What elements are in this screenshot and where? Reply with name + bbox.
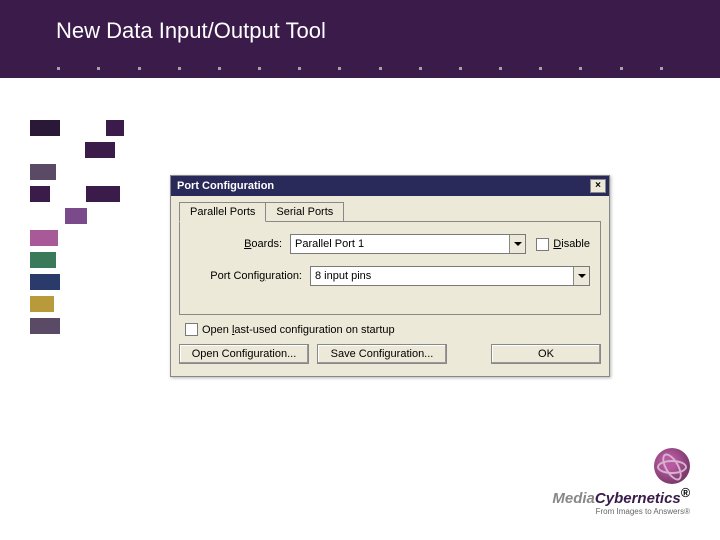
open-configuration-button[interactable]: Open Configuration... [179,344,309,364]
logo-icon [654,448,690,484]
tab-row: Parallel Ports Serial Ports [171,196,609,222]
tab-panel: Boards: Parallel Port 1 Disable Port Con… [179,221,601,315]
save-configuration-button[interactable]: Save Configuration... [317,344,447,364]
tab-parallel-ports[interactable]: Parallel Ports [179,202,266,222]
chevron-down-icon [578,274,586,278]
slide-title: New Data Input/Output Tool [56,18,720,44]
disable-checkbox[interactable] [536,238,549,251]
boards-value: Parallel Port 1 [291,238,509,250]
port-config-value: 8 input pins [311,270,573,282]
startup-checkbox[interactable] [185,323,198,336]
port-config-dropdown-button[interactable] [573,267,589,285]
dialog-titlebar[interactable]: Port Configuration × [171,176,609,196]
tab-serial-ports[interactable]: Serial Ports [265,202,344,222]
startup-label: Open last-used configuration on startup [202,324,395,336]
decorative-dots [0,67,720,70]
logo-wordmark: MediaCybernetics® [552,486,690,507]
port-config-combobox[interactable]: 8 input pins [310,266,590,286]
port-configuration-dialog: Port Configuration × Parallel Ports Seri… [170,175,610,377]
disable-label: Disable [553,238,590,250]
brand-logo: MediaCybernetics® From Images to Answers… [552,448,690,516]
boards-label: Boards: [190,238,290,250]
close-button[interactable]: × [590,179,606,193]
decorative-blocks [30,120,140,340]
dialog-title: Port Configuration [177,180,274,192]
dialog-bottom: Open last-used configuration on startup … [171,315,609,376]
logo-tagline: From Images to Answers® [596,507,690,516]
chevron-down-icon [514,242,522,246]
slide-header: New Data Input/Output Tool [0,0,720,78]
boards-dropdown-button[interactable] [509,235,525,253]
port-config-label: Port Configuration: [190,270,310,282]
ok-button[interactable]: OK [491,344,601,364]
boards-combobox[interactable]: Parallel Port 1 [290,234,526,254]
